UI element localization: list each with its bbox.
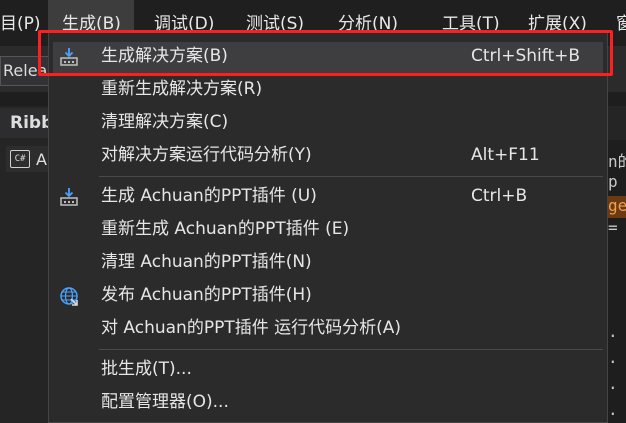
menu-item-rebuild-solution[interactable]: 重新生成解决方案(R) bbox=[49, 73, 607, 106]
menu-item-build-project[interactable]: 生成 Achuan的PPT插件 (U) Ctrl+B bbox=[49, 180, 607, 213]
code-line: p bbox=[608, 172, 618, 191]
menu-separator bbox=[99, 349, 603, 350]
csharp-file-icon: C# bbox=[10, 150, 30, 168]
code-line: . i bbox=[608, 322, 626, 341]
code-line-highlight: ge bbox=[608, 196, 626, 218]
menu-item-label: 生成 Achuan的PPT插件 (U) bbox=[101, 186, 317, 206]
menu-item-label: 配置管理器(O)... bbox=[101, 392, 229, 412]
code-line: . i bbox=[608, 348, 626, 367]
menu-item-analyze-project[interactable]: 对 Achuan的PPT插件 运行代码分析(A) bbox=[49, 312, 607, 345]
menu-item-configuration-manager[interactable]: 配置管理器(O)... bbox=[49, 386, 607, 419]
menu-item-publish-project[interactable]: 发布 Achuan的PPT插件(H) bbox=[49, 279, 607, 312]
menu-item-rebuild-project[interactable]: 重新生成 Achuan的PPT插件 (E) bbox=[49, 213, 607, 246]
document-tab-label: A bbox=[36, 149, 47, 169]
menu-item-analyze-solution[interactable]: 对解决方案运行代码分析(Y) Alt+F11 bbox=[49, 139, 607, 172]
build-menu-dropdown: 生成解决方案(B) Ctrl+Shift+B 重新生成解决方案(R) 清理解决方… bbox=[48, 32, 608, 423]
menu-item-label: 重新生成解决方案(R) bbox=[101, 79, 263, 99]
code-line: = bbox=[608, 218, 618, 237]
menu-item-label: 对解决方案运行代码分析(Y) bbox=[101, 145, 312, 165]
panel-title-text: Ribb bbox=[10, 113, 54, 133]
menu-project-label: 目(P) bbox=[0, 13, 41, 34]
menu-window-label: 窗 bbox=[616, 13, 626, 34]
menu-item-clean-solution[interactable]: 清理解决方案(C) bbox=[49, 106, 607, 139]
menu-item-label: 清理 Achuan的PPT插件(N) bbox=[101, 252, 312, 272]
code-line: . i bbox=[608, 374, 626, 393]
menu-item-label: 清理解决方案(C) bbox=[101, 112, 229, 132]
menu-item-clean-project[interactable]: 清理 Achuan的PPT插件(N) bbox=[49, 246, 607, 279]
code-line: . i bbox=[608, 400, 626, 419]
code-line: n的 bbox=[608, 152, 626, 171]
document-tab[interactable]: C# A bbox=[6, 146, 54, 172]
menu-item-label: 对 Achuan的PPT插件 运行代码分析(A) bbox=[101, 318, 402, 338]
menu-item-label: 重新生成 Achuan的PPT插件 (E) bbox=[101, 219, 350, 239]
menu-item-label: 批生成(T)... bbox=[101, 359, 192, 379]
menu-item-label: 发布 Achuan的PPT插件(H) bbox=[101, 285, 312, 305]
build-icon bbox=[60, 188, 78, 206]
annotation-highlight-box bbox=[38, 30, 613, 76]
menu-item-batch-build[interactable]: 批生成(T)... bbox=[49, 353, 607, 386]
menu-separator bbox=[99, 176, 603, 177]
menu-item-shortcut: Ctrl+B bbox=[471, 186, 528, 206]
menu-item-shortcut: Alt+F11 bbox=[471, 145, 540, 165]
globe-icon bbox=[60, 287, 78, 306]
